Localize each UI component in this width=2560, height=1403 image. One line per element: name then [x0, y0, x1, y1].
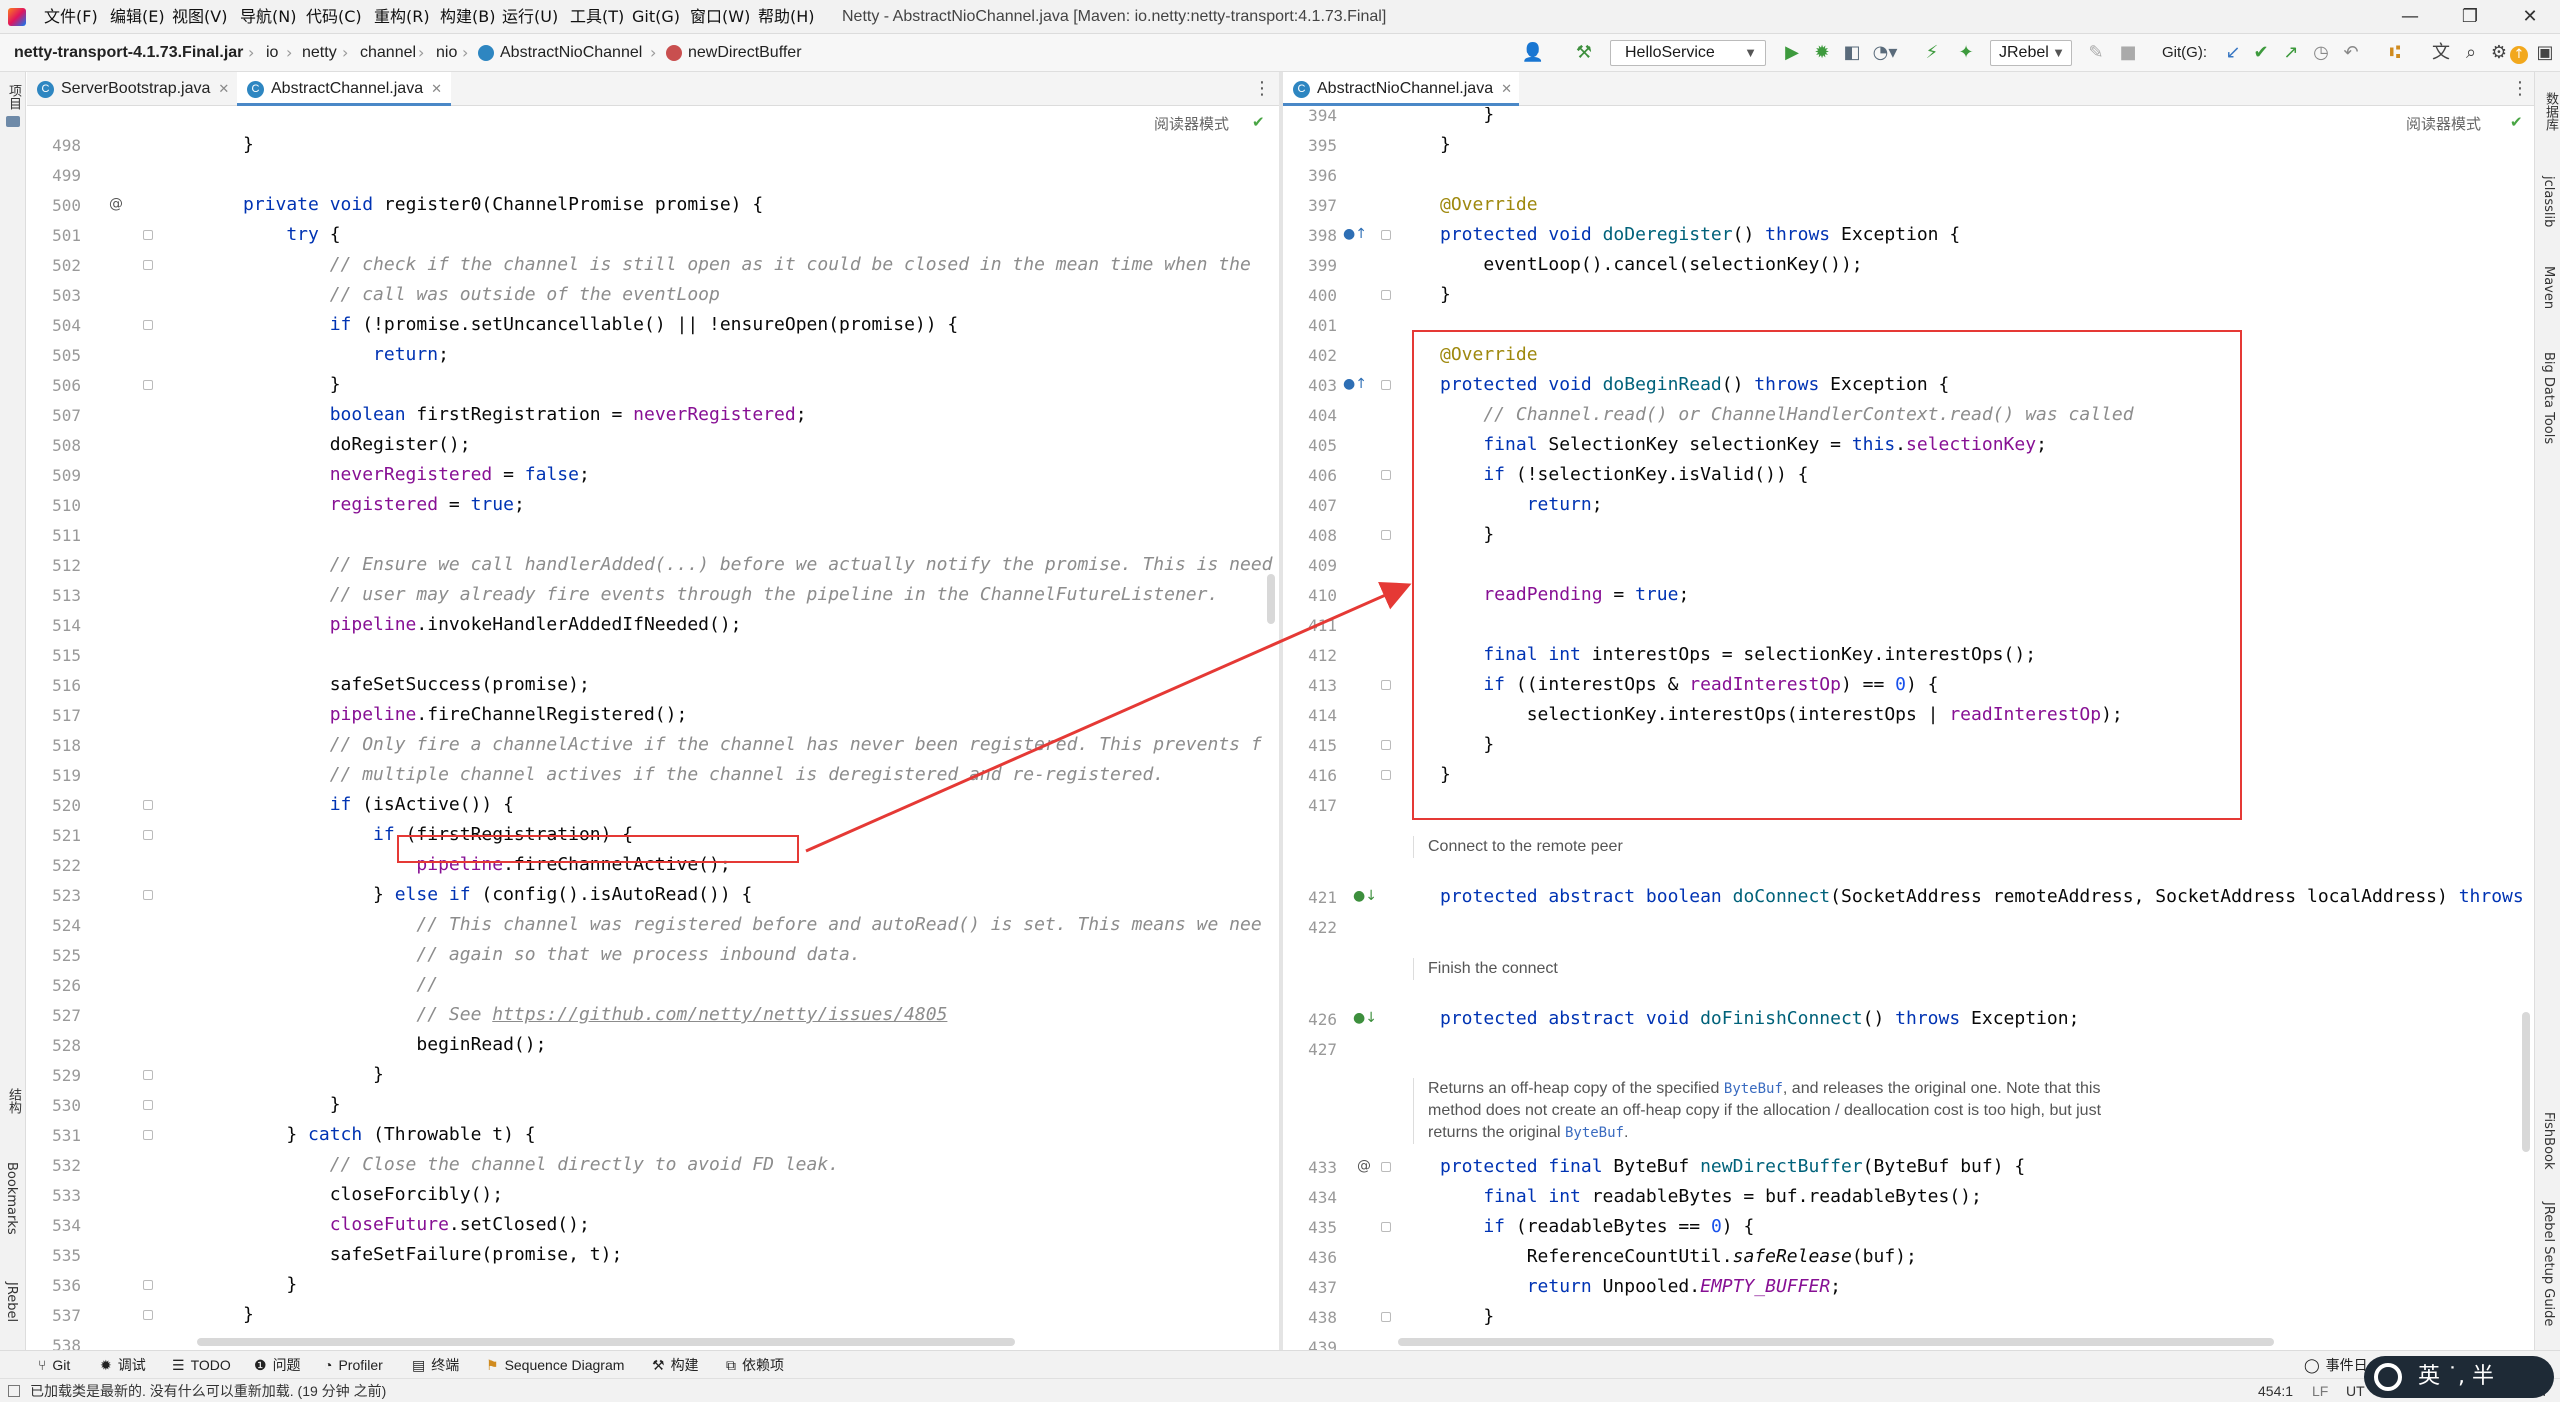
terminal-tool-button[interactable]: ▤ 终端 — [412, 1351, 459, 1379]
ime-toolbar[interactable]: 英 ˙, 半 — [2364, 1356, 2554, 1398]
tool-label: 构建 — [670, 1357, 699, 1373]
tool-label: TODO — [190, 1357, 231, 1373]
tool-label: 调试 — [117, 1357, 146, 1373]
search-icon: ◯ — [2304, 1357, 2320, 1373]
git-tool-button[interactable]: ⑂ Git — [38, 1351, 70, 1379]
highlight-box-firechannelactive — [397, 835, 799, 863]
status-message-icon — [8, 1385, 20, 1397]
info-icon: ❶ — [254, 1357, 267, 1373]
tool-label: Profiler — [338, 1357, 383, 1373]
tool-label: Git — [52, 1357, 71, 1373]
bug-icon: ✹ — [100, 1357, 112, 1373]
status-bar: 已加载类是最新的. 没有什么可以重新加载. (19 分钟 之前) 454:1 L… — [0, 1378, 2560, 1402]
tool-label: 问题 — [272, 1357, 301, 1373]
tool-label: 依赖项 — [742, 1357, 784, 1373]
problems-tool-button[interactable]: ❶ 问题 — [254, 1351, 301, 1379]
hammer-icon: ⚒ — [652, 1357, 665, 1373]
list-icon: ☰ — [172, 1357, 185, 1373]
sequence-diagram-icon: ⚑ — [486, 1357, 499, 1373]
sequence-diagram-tool-button[interactable]: ⚑ Sequence Diagram — [486, 1351, 624, 1379]
terminal-icon: ▤ — [412, 1357, 426, 1373]
dependencies-tool-button[interactable]: ⧉ 依赖项 — [726, 1351, 784, 1379]
dependencies-icon: ⧉ — [726, 1357, 736, 1373]
annotation-overlay — [397, 330, 2242, 863]
ime-logo-icon — [2374, 1363, 2402, 1391]
debug-tool-button[interactable]: ✹ 调试 — [100, 1351, 146, 1379]
caret-position[interactable]: 454:1 — [2258, 1379, 2293, 1403]
event-log-button[interactable]: ◯ 事件日 — [2304, 1351, 2368, 1379]
bottom-tool-bar: ⑂ Git ✹ 调试 ☰ TODO ❶ 问题 ◔ Profiler ▤ 终端 ⚑ Sequen… — [0, 1350, 2560, 1378]
ime-status: 英 ˙, 半 — [2418, 1364, 2494, 1389]
profiler-icon: ◔ — [324, 1357, 333, 1373]
annotation-arrow — [805, 581, 1412, 853]
profiler-tool-button[interactable]: ◔ Profiler — [324, 1351, 383, 1379]
status-message[interactable]: 已加载类是最新的. 没有什么可以重新加载. (19 分钟 之前) — [30, 1379, 386, 1403]
file-encoding[interactable]: UT — [2346, 1379, 2365, 1403]
build-tool-button[interactable]: ⚒ 构建 — [652, 1351, 699, 1379]
todo-tool-button[interactable]: ☰ TODO — [172, 1351, 231, 1379]
tool-label: Sequence Diagram — [504, 1357, 625, 1373]
git-branch-icon: ⑂ — [38, 1357, 47, 1373]
tool-label: 终端 — [431, 1357, 460, 1373]
highlight-box-dobeginread — [1412, 330, 2242, 820]
event-log-label: 事件日 — [2325, 1357, 2368, 1373]
line-separator[interactable]: LF — [2312, 1379, 2328, 1403]
